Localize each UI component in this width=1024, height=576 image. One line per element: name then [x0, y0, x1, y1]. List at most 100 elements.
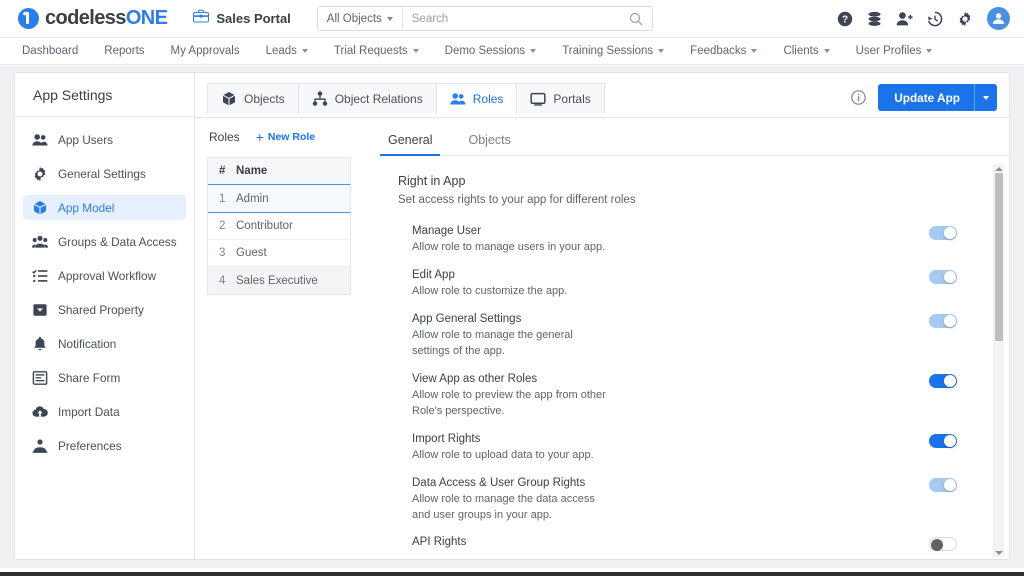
right-row: API Rights	[398, 536, 1009, 551]
tab-roles[interactable]: Roles	[436, 83, 518, 115]
toggle-switch[interactable]	[929, 434, 957, 448]
toggle-switch[interactable]	[929, 314, 957, 328]
brand-logo[interactable]: codelessONE	[18, 7, 167, 30]
portal-name: Sales Portal	[216, 11, 290, 26]
update-app-button[interactable]: Update App	[878, 84, 997, 111]
toggle-switch[interactable]	[929, 537, 957, 551]
sidebar-item-general-settings[interactable]: General Settings	[23, 161, 186, 186]
sidebar-item-label: Import Data	[58, 405, 120, 419]
sidebar-item-shared-property[interactable]: Shared Property	[23, 297, 186, 322]
toggle-knob	[944, 271, 956, 283]
toggle-switch[interactable]	[929, 226, 957, 240]
triangle-up-icon[interactable]	[994, 164, 1004, 173]
nav-item-demo-sessions[interactable]: Demo Sessions	[445, 45, 537, 57]
nav-item-feedbacks[interactable]: Feedbacks	[690, 45, 757, 57]
nav-item-training-sessions[interactable]: Training Sessions	[562, 45, 664, 57]
form-icon	[32, 370, 48, 386]
column-header-name: Name	[236, 165, 267, 177]
toggle-knob	[944, 227, 956, 239]
tab-objects[interactable]: Objects	[207, 83, 299, 114]
page-body: App Settings App UsersGeneral Settings A…	[0, 66, 1024, 568]
toggle-switch[interactable]	[929, 374, 957, 388]
info-icon[interactable]	[851, 90, 866, 105]
object-filter-select[interactable]: All Objects	[318, 7, 403, 30]
avatar[interactable]	[987, 7, 1010, 30]
global-search: All Objects	[317, 6, 653, 31]
rights-list: Manage UserAllow role to manage users in…	[398, 225, 1009, 551]
add-user-icon[interactable]	[896, 11, 913, 27]
sidebar-item-preferences[interactable]: Preferences	[23, 433, 186, 458]
sidebar-item-label: Notification	[58, 337, 116, 351]
scrollbar-thumb[interactable]	[995, 173, 1003, 341]
brand-text: codelessONE	[45, 7, 167, 30]
table-row[interactable]: 4Sales Executive	[208, 267, 350, 294]
role-name: Admin	[236, 193, 269, 205]
top-icon-group: ?	[837, 7, 1010, 30]
toggle-switch[interactable]	[929, 478, 957, 492]
toggle-switch[interactable]	[929, 270, 957, 284]
role-name: Contributor	[236, 220, 293, 232]
sidebar-item-app-users[interactable]: App Users	[23, 127, 186, 152]
detail-subtabs: General Objects	[384, 118, 1009, 156]
nav-item-trial-requests[interactable]: Trial Requests	[334, 45, 419, 57]
nav-item-clients[interactable]: Clients	[783, 45, 829, 57]
bell-icon	[32, 336, 48, 352]
column-header-index: #	[208, 165, 236, 177]
vertical-scrollbar[interactable]	[993, 164, 1004, 557]
role-name: Guest	[236, 247, 267, 259]
sidebar-item-import-data[interactable]: Import Data	[23, 399, 186, 424]
nav-item-reports[interactable]: Reports	[104, 45, 144, 57]
nav-item-label: Leads	[266, 45, 297, 57]
subtab-objects[interactable]: Objects	[464, 133, 514, 155]
search-icon[interactable]	[629, 12, 652, 26]
portal-switcher[interactable]: Sales Portal	[193, 9, 290, 28]
table-row[interactable]: 1Admin	[207, 184, 351, 213]
nav-item-my-approvals[interactable]: My Approvals	[171, 45, 240, 57]
nav-item-leads[interactable]: Leads	[266, 45, 308, 57]
toggle-knob	[931, 539, 943, 551]
sidebar-item-label: App Model	[58, 201, 114, 215]
top-bar: codelessONE Sales Portal All Objects	[0, 0, 1024, 38]
new-role-button[interactable]: + New Role	[256, 130, 315, 144]
model-tabs: Objects Object Relations Roles Portals	[195, 73, 1009, 118]
nav-item-label: Trial Requests	[334, 45, 408, 57]
sidebar-item-approval-workflow[interactable]: Approval Workflow	[23, 263, 186, 288]
help-icon[interactable]: ?	[837, 11, 853, 27]
database-icon[interactable]	[867, 11, 882, 27]
right-name: Import Rights	[412, 433, 612, 445]
right-row: App General SettingsAllow role to manage…	[398, 313, 1009, 360]
sidebar-item-label: General Settings	[58, 167, 146, 181]
chevron-down-icon	[983, 96, 989, 100]
right-text: Import RightsAllow role to upload data t…	[412, 433, 612, 464]
subtab-general[interactable]: General	[384, 133, 436, 155]
tab-object-relations[interactable]: Object Relations	[298, 83, 437, 114]
section-subtitle: Set access rights to your app for differ…	[398, 194, 1009, 206]
gear-icon[interactable]	[957, 11, 973, 27]
search-input[interactable]	[403, 13, 629, 25]
sidebar-item-notification[interactable]: Notification	[23, 331, 186, 356]
right-row: Manage UserAllow role to manage users in…	[398, 225, 1009, 256]
nav-item-dashboard[interactable]: Dashboard	[22, 45, 78, 57]
sidebar-item-app-model[interactable]: App Model	[23, 195, 186, 220]
svg-text:?: ?	[842, 14, 848, 25]
gear-icon	[32, 166, 48, 182]
tab-label: Portals	[553, 92, 590, 106]
triangle-down-icon[interactable]	[994, 548, 1004, 557]
sidebar-item-groups-data-access[interactable]: Groups & Data Access	[23, 229, 186, 254]
toolbar: Update App	[851, 83, 997, 111]
right-name: View App as other Roles	[412, 373, 612, 385]
relations-icon	[312, 91, 328, 107]
nav-item-user-profiles[interactable]: User Profiles	[856, 45, 933, 57]
table-row[interactable]: 3Guest	[208, 240, 350, 267]
tab-portals[interactable]: Portals	[516, 83, 604, 114]
right-row: Data Access & User Group RightsAllow rol…	[398, 477, 1009, 524]
right-description: Allow role to customize the app.	[412, 284, 612, 300]
tab-list: Objects Object Relations Roles Portals	[207, 83, 604, 114]
history-icon[interactable]	[927, 11, 943, 27]
right-text: View App as other RolesAllow role to pre…	[412, 373, 612, 420]
sidebar-item-share-form[interactable]: Share Form	[23, 365, 186, 390]
table-row[interactable]: 2Contributor	[208, 213, 350, 240]
update-app-dropdown[interactable]	[974, 84, 997, 111]
rights-list-container: Right in App Set access rights to your a…	[384, 156, 1009, 551]
content-area: Objects Object Relations Roles Portals	[195, 73, 1009, 559]
